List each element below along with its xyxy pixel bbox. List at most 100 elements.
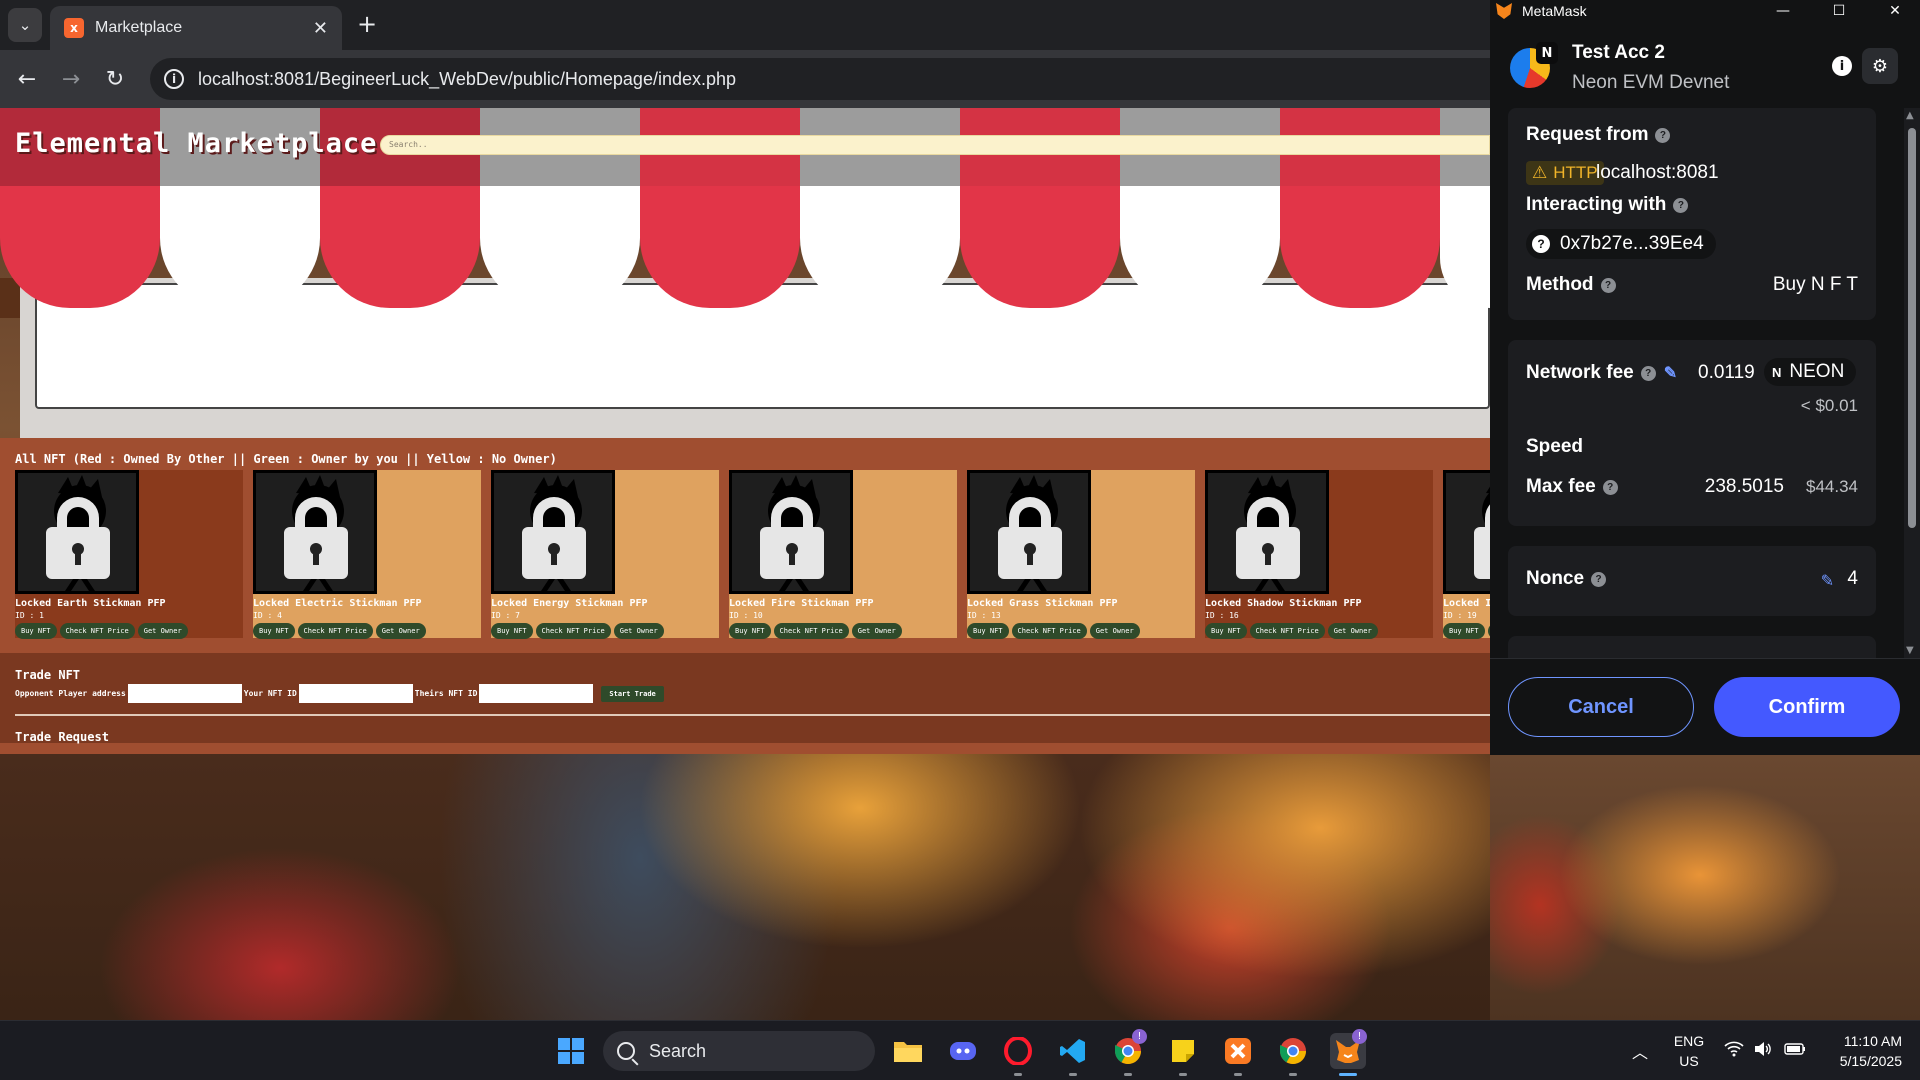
wifi-icon[interactable]: [1724, 1041, 1744, 1061]
check-nft-price-button[interactable]: Check NFT Price: [773, 623, 849, 639]
taskbar-search-box[interactable]: Search: [603, 1031, 875, 1071]
get-owner-button[interactable]: Get Owner: [1327, 623, 1378, 639]
advanced-settings-icon[interactable]: ⚙: [1862, 48, 1898, 84]
contract-address-pill[interactable]: ? 0x7b27e...39Ee4: [1526, 229, 1716, 259]
nft-name: Locked Electric Stickman PFP: [253, 598, 422, 609]
system-clock[interactable]: 11:10 AM 5/15/2025: [1826, 1031, 1902, 1071]
tab-search-button[interactable]: ⌄: [8, 8, 42, 42]
nft-name: Locked Energy Stickman PFP: [491, 598, 648, 609]
cancel-button[interactable]: Cancel: [1508, 677, 1694, 737]
check-nft-price-button[interactable]: Check NFT Price: [1011, 623, 1087, 639]
max-fee-fiat: $44.34: [1806, 477, 1858, 496]
site-info-icon[interactable]: i: [164, 69, 184, 89]
nft-id: ID : 16: [1205, 611, 1239, 620]
warning-icon: ⚠: [1532, 163, 1548, 182]
xampp-favicon-icon: x: [64, 18, 84, 38]
check-nft-price-button[interactable]: Check NFT Price: [1249, 623, 1325, 639]
get-owner-button[interactable]: Get Owner: [851, 623, 902, 639]
help-icon: ?: [1640, 365, 1656, 381]
your-nft-id-label: Your NFT ID: [243, 689, 297, 698]
nft-card: Locked Grass Stickman PFP ID : 13 Buy NFT C…: [967, 470, 1195, 639]
file-explorer-icon[interactable]: [890, 1033, 926, 1069]
get-owner-button[interactable]: Get Owner: [137, 623, 188, 639]
help-icon: ?: [1655, 127, 1671, 143]
buy-nft-button[interactable]: Buy NFT: [967, 623, 1009, 639]
volume-icon[interactable]: [1754, 1041, 1772, 1061]
check-nft-price-button[interactable]: Check NFT Price: [535, 623, 611, 639]
start-trade-button[interactable]: Start Trade: [601, 685, 664, 702]
confirm-button[interactable]: Confirm: [1714, 677, 1900, 737]
input-language[interactable]: ENG US: [1672, 1031, 1706, 1071]
confirmation-scrollbar[interactable]: ▲ ▼: [1904, 108, 1920, 658]
xampp-icon[interactable]: [1220, 1033, 1256, 1069]
method-value: Buy N F T: [1772, 274, 1858, 295]
trade-title: Trade NFT: [15, 668, 81, 682]
edit-nonce-icon[interactable]: ✎: [1821, 571, 1834, 590]
running-indicator: [1234, 1073, 1242, 1076]
network-fee-value: 0.0119: [1698, 362, 1755, 383]
buy-nft-button[interactable]: Buy NFT: [15, 623, 57, 639]
buy-nft-button[interactable]: Buy NFT: [253, 623, 295, 639]
help-icon: ?: [1673, 197, 1689, 213]
fee-card: Network fee? ✎ 0.0119 N NEON < $0.01 Spee…: [1508, 340, 1876, 526]
vscode-icon[interactable]: [1055, 1033, 1091, 1069]
awning-scallop: [160, 186, 320, 308]
scroll-up-icon: ▲: [1906, 110, 1914, 121]
nonce-value: 4: [1847, 568, 1858, 589]
help-icon: ?: [1602, 479, 1618, 495]
your-nft-id-input[interactable]: [298, 684, 413, 703]
address-bar[interactable]: i localhost:8081/BegineerLuck_WebDev/pub…: [150, 58, 1490, 100]
close-window-icon[interactable]: ✕: [1872, 0, 1918, 22]
nonce-label: Nonce?: [1526, 568, 1607, 590]
buy-nft-button[interactable]: Buy NFT: [1443, 623, 1485, 639]
unknown-contract-icon: ?: [1532, 235, 1550, 253]
forward-arrow-icon[interactable]: →: [56, 64, 86, 94]
confirmation-footer: Cancel Confirm: [1490, 658, 1920, 755]
interacting-with-label: Interacting with?: [1526, 194, 1689, 216]
battery-icon[interactable]: [1784, 1041, 1806, 1060]
nft-search-input[interactable]: Search..: [380, 135, 1490, 155]
nft-name: Locked Grass Stickman PFP: [967, 598, 1118, 609]
active-tab[interactable]: x Marketplace ✕: [50, 6, 342, 50]
close-tab-icon[interactable]: ✕: [313, 18, 328, 39]
their-nft-id-input[interactable]: [479, 684, 594, 703]
opera-icon[interactable]: [1000, 1033, 1036, 1069]
opponent-address-input[interactable]: [127, 684, 242, 703]
get-owner-button[interactable]: Get Owner: [375, 623, 426, 639]
chrome-profile-icon[interactable]: [1275, 1033, 1311, 1069]
discord-icon[interactable]: [945, 1033, 981, 1069]
address-url[interactable]: localhost:8081/BegineerLuck_WebDev/publi…: [198, 69, 736, 90]
get-owner-button[interactable]: Get Owner: [613, 623, 664, 639]
awning-scallop: [1120, 186, 1280, 308]
edit-fee-icon[interactable]: ✎: [1664, 363, 1677, 383]
sticky-notes-icon[interactable]: [1165, 1033, 1201, 1069]
get-owner-button[interactable]: Get Owner: [1089, 623, 1140, 639]
fee-token-pill: N NEON: [1764, 358, 1857, 386]
nft-card: Locked Energy Stickman PFP ID : 7 Buy NFT C…: [491, 470, 719, 639]
nft-image: [491, 470, 615, 594]
nonce-card: Nonce? ✎ 4: [1508, 546, 1876, 616]
windows-start-icon[interactable]: [553, 1033, 589, 1069]
check-nft-price-button[interactable]: Check NFT Price: [59, 623, 135, 639]
buy-nft-button[interactable]: Buy NFT: [491, 623, 533, 639]
buy-nft-button[interactable]: Buy NFT: [729, 623, 771, 639]
nft-legend: All NFT (Red : Owned By Other || Green :…: [15, 452, 557, 466]
new-tab-button[interactable]: +: [352, 10, 382, 38]
network-badge: N: [1536, 42, 1558, 64]
nft-card: Locked Shadow Stickman PFP ID : 16 Buy NFT…: [1205, 470, 1433, 639]
minimize-icon[interactable]: —: [1760, 0, 1806, 22]
maximize-icon[interactable]: ☐: [1816, 0, 1862, 22]
trade-divider: [15, 714, 1490, 716]
max-fee-label: Max fee?: [1526, 476, 1618, 498]
show-hidden-icons-chevron[interactable]: ︿: [1632, 1039, 1648, 1063]
buy-nft-button[interactable]: Buy NFT: [1205, 623, 1247, 639]
chrome-notification-badge: !: [1132, 1029, 1147, 1044]
reload-icon[interactable]: ↻: [100, 64, 130, 94]
browser-toolbar: ← → ↻ i localhost:8081/BegineerLuck_WebD…: [0, 50, 1490, 108]
account-name: Test Acc 2: [1572, 42, 1665, 63]
check-nft-price-button[interactable]: Check NFT Price: [297, 623, 373, 639]
info-icon[interactable]: i: [1832, 56, 1852, 76]
method-label: Method?: [1526, 274, 1616, 296]
nft-image: [1205, 470, 1329, 594]
back-arrow-icon[interactable]: ←: [12, 64, 42, 94]
